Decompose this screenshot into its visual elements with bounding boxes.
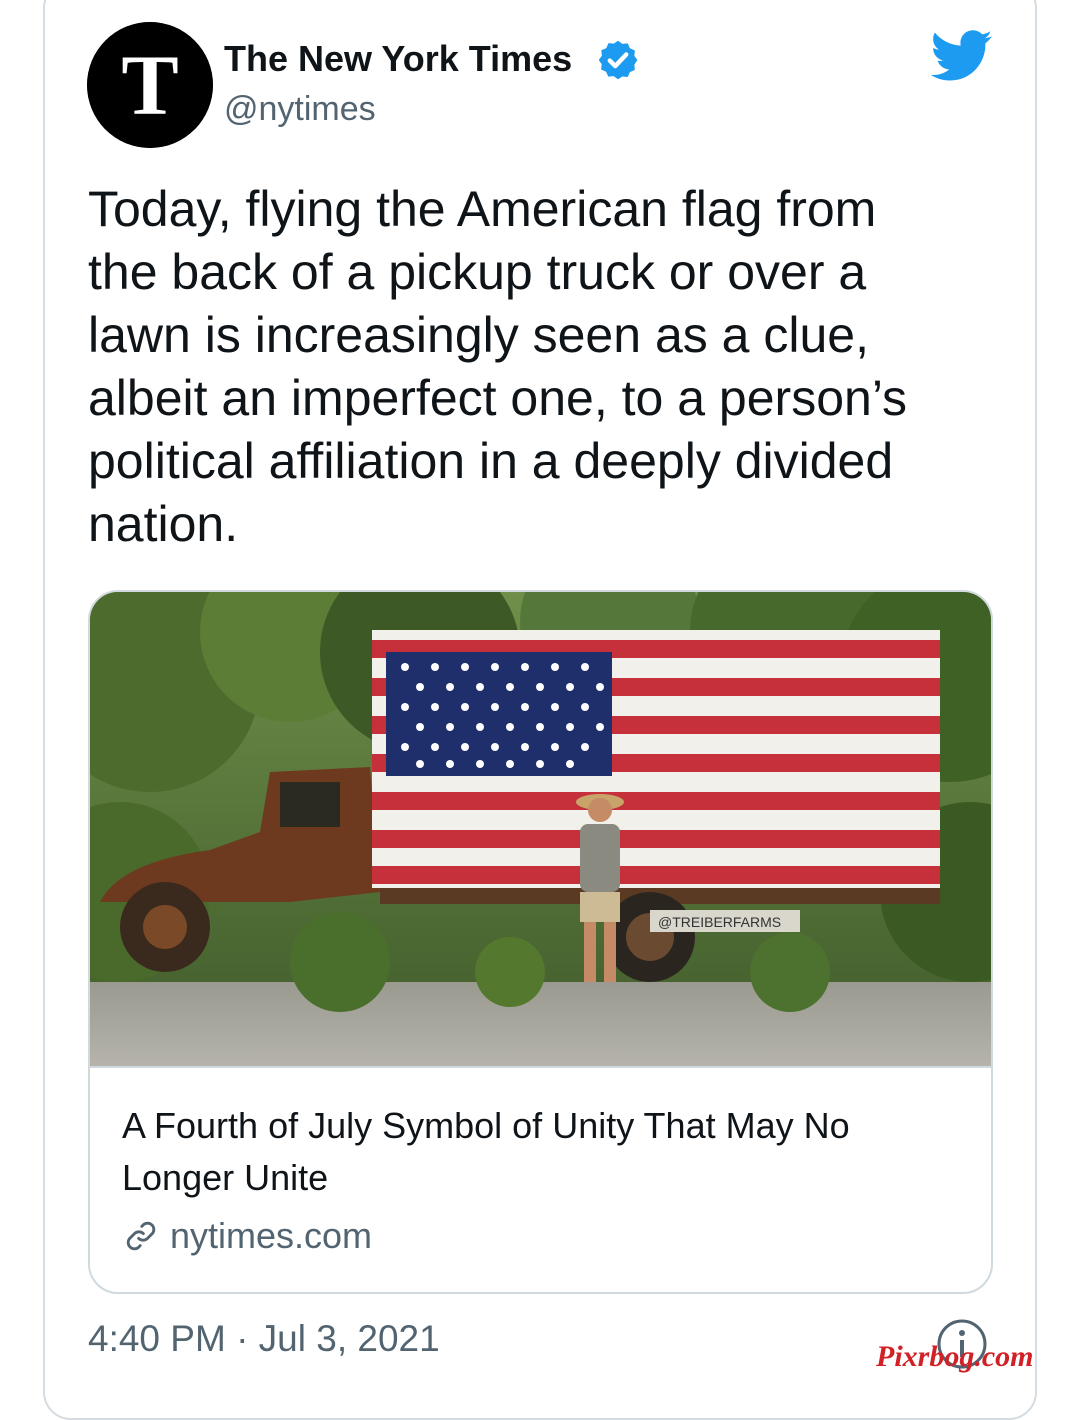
link-title[interactable]: A Fourth of July Symbol of Unity That Ma…	[122, 1100, 962, 1204]
twitter-bird-icon[interactable]	[930, 30, 994, 82]
watermark: Pixrbog.com	[876, 1340, 1034, 1373]
tweet-text: Today, flying the American flag from the…	[88, 178, 1008, 556]
article-image: @TREIBERFARMS	[90, 592, 991, 1068]
link-icon	[126, 1221, 156, 1251]
link-preview-card[interactable]: @TREIBERFARMS A Fourth of July Symbol of…	[88, 590, 993, 1294]
nyt-logo-icon: T	[87, 22, 213, 148]
tweet-text-line: lawn is increasingly seen as a clue,	[88, 307, 869, 363]
tweet-timestamp[interactable]: 4:40 PM · Jul 3, 2021	[88, 1318, 440, 1360]
link-title-line: A Fourth of July Symbol of Unity That Ma…	[122, 1105, 850, 1146]
author-display-name[interactable]: The New York Times	[224, 38, 572, 80]
tweet-text-line: albeit an imperfect one, to a person’s	[88, 370, 908, 426]
link-domain: nytimes.com	[170, 1215, 373, 1256]
avatar-letter: T	[121, 37, 178, 133]
tweet-text-line: nation.	[88, 496, 239, 552]
tweet-text-line: the back of a pickup truck or over a	[88, 244, 867, 300]
author-avatar[interactable]: T	[87, 22, 213, 148]
link-title-line: Longer Unite	[122, 1157, 329, 1198]
author-handle[interactable]: @nytimes	[224, 90, 376, 129]
image-sign-text: @TREIBERFARMS	[658, 914, 781, 930]
tweet-text-line: Today, flying the American flag from	[88, 181, 877, 237]
verified-badge-icon	[598, 40, 638, 80]
link-domain-row: nytimes.com	[122, 1214, 372, 1258]
tweet-text-line: political affiliation in a deeply divide…	[88, 433, 894, 489]
